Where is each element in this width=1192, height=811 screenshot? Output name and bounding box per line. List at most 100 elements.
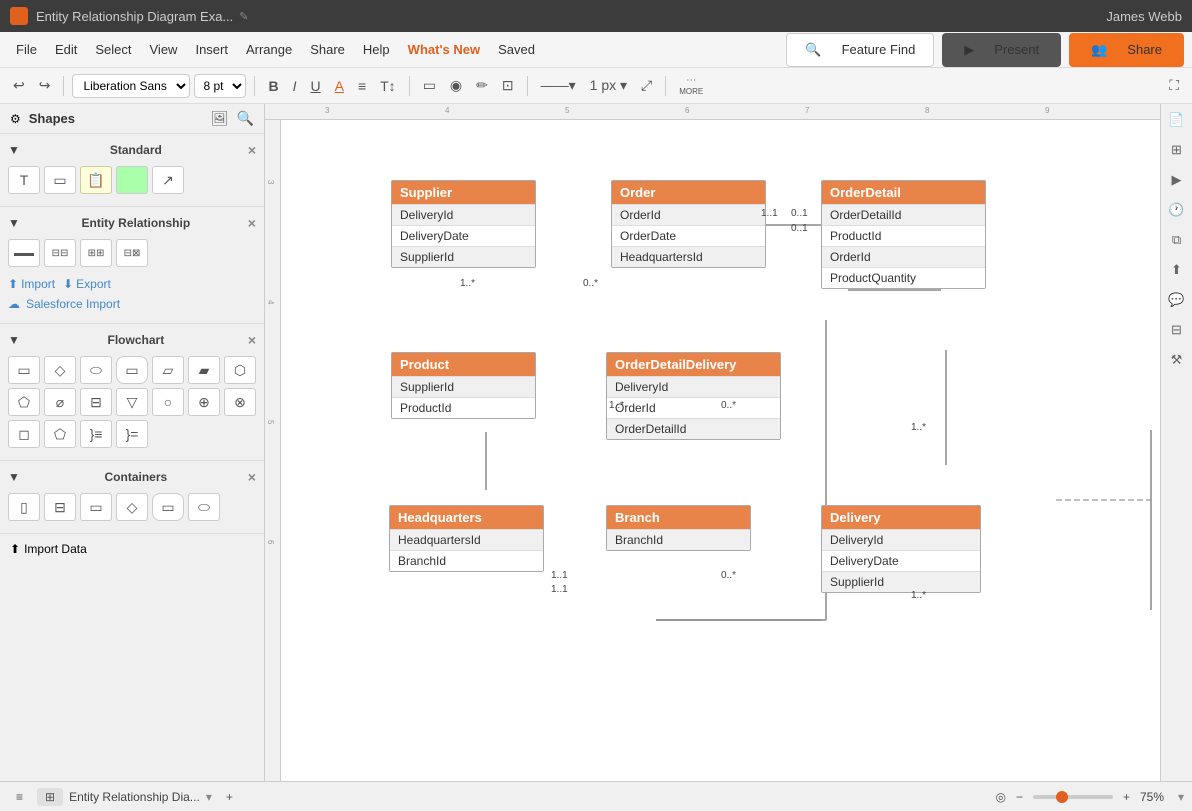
- salesforce-button[interactable]: ☁ Salesforce Import: [8, 295, 256, 317]
- line-color-button[interactable]: ✏: [471, 74, 493, 97]
- fullscreen-button[interactable]: ⛶: [1164, 74, 1184, 97]
- canvas-area[interactable]: 3 4 5 6 7 8 9 3 4 5 6: [265, 104, 1160, 781]
- rp-clock-icon[interactable]: 🕐: [1165, 198, 1189, 222]
- cont-diamond[interactable]: ◇: [116, 493, 148, 521]
- list-view-button[interactable]: ≡: [8, 788, 31, 806]
- rp-table-icon[interactable]: ⊞: [1165, 138, 1189, 162]
- containers-close[interactable]: ×: [248, 469, 256, 485]
- fc-hex[interactable]: ⬡: [224, 356, 256, 384]
- fc-rounded[interactable]: ▭: [116, 356, 148, 384]
- fc-pent[interactable]: ⬠: [44, 420, 76, 448]
- entity-product[interactable]: Product SupplierId ProductId: [391, 352, 536, 419]
- er-shape-3[interactable]: ⊞⊞: [80, 239, 112, 267]
- shadow-button[interactable]: ⊡: [497, 74, 519, 97]
- menu-edit[interactable]: Edit: [47, 38, 85, 61]
- zoom-slider[interactable]: [1033, 795, 1113, 799]
- rp-layers-icon[interactable]: ⧉: [1165, 228, 1189, 252]
- entity-order[interactable]: Order OrderId OrderDate HeadquartersId: [611, 180, 766, 268]
- zoom-in-button[interactable]: +: [1119, 788, 1134, 806]
- menu-help[interactable]: Help: [355, 38, 398, 61]
- fc-callout[interactable]: ▱: [152, 356, 184, 384]
- italic-button[interactable]: I: [288, 75, 302, 97]
- font-size-select[interactable]: 8 pt: [194, 74, 246, 98]
- fc-list2[interactable]: }=: [116, 420, 148, 448]
- er-shape-4[interactable]: ⊟⊠: [116, 239, 148, 267]
- arrow-shape[interactable]: ↗: [152, 166, 184, 194]
- shape-button[interactable]: ▭: [418, 74, 441, 97]
- menu-saved[interactable]: Saved: [490, 38, 543, 61]
- rp-page-icon[interactable]: 📄: [1165, 108, 1189, 132]
- undo-button[interactable]: ↩: [8, 74, 30, 97]
- fc-oval[interactable]: ⬭: [80, 356, 112, 384]
- entity-delivery[interactable]: Delivery DeliveryId DeliveryDate Supplie…: [821, 505, 981, 593]
- standard-close[interactable]: ×: [248, 142, 256, 158]
- shapes-image-icon[interactable]: 🖼: [211, 110, 229, 127]
- redo-button[interactable]: ↪: [34, 74, 56, 97]
- fc-prohib[interactable]: ⊗: [224, 388, 256, 416]
- menu-file[interactable]: File: [8, 38, 45, 61]
- flowchart-section-header[interactable]: ▼ Flowchart ×: [8, 330, 256, 350]
- fc-tri[interactable]: ▽: [116, 388, 148, 416]
- shapes-search-icon[interactable]: 🔍: [237, 110, 254, 127]
- entity-branch[interactable]: Branch BranchId: [606, 505, 751, 551]
- cont-swim[interactable]: ⊟: [44, 493, 76, 521]
- cont-box[interactable]: ▭: [80, 493, 112, 521]
- flowchart-close[interactable]: ×: [248, 332, 256, 348]
- fc-cyl[interactable]: ⌀: [44, 388, 76, 416]
- export-button[interactable]: ⬇ Export: [63, 277, 111, 291]
- import-data-button[interactable]: ⬆ Import Data: [0, 534, 264, 564]
- fill-button[interactable]: ◉: [445, 74, 467, 97]
- grid-view-button[interactable]: ⊞: [37, 788, 63, 806]
- present-button[interactable]: ▶ Present: [942, 33, 1061, 67]
- fc-rect[interactable]: ▭: [8, 356, 40, 384]
- canvas[interactable]: Supplier DeliveryId DeliveryDate Supplie…: [281, 120, 1160, 781]
- zoom-out-button[interactable]: −: [1012, 788, 1027, 806]
- text-dir-button[interactable]: T↕: [375, 75, 401, 97]
- menu-arrange[interactable]: Arrange: [238, 38, 300, 61]
- cont-rect[interactable]: ▯: [8, 493, 40, 521]
- text-shape[interactable]: T: [8, 166, 40, 194]
- zoom-dropdown-icon[interactable]: ▾: [1178, 790, 1184, 804]
- add-tab-button[interactable]: +: [218, 788, 241, 806]
- entity-orderdetail[interactable]: OrderDetail OrderDetailId ProductId Orde…: [821, 180, 986, 289]
- cont-ellipse[interactable]: ⬭: [188, 493, 220, 521]
- containers-section-header[interactable]: ▼ Containers ×: [8, 467, 256, 487]
- cont-rounded[interactable]: ▭: [152, 493, 184, 521]
- menu-insert[interactable]: Insert: [187, 38, 236, 61]
- fc-oct[interactable]: ⬠: [8, 388, 40, 416]
- er-shape-1[interactable]: ▬▬: [8, 239, 40, 267]
- er-section-header[interactable]: ▼ Entity Relationship ×: [8, 213, 256, 233]
- feature-find-button[interactable]: 🔍 Feature Find: [786, 33, 934, 67]
- bold-button[interactable]: B: [263, 75, 283, 97]
- fc-sub[interactable]: ⊟: [80, 388, 112, 416]
- font-select[interactable]: Liberation Sans: [72, 74, 190, 98]
- rp-tools-icon[interactable]: ⚒: [1165, 348, 1189, 372]
- fc-sm[interactable]: ◻: [8, 420, 40, 448]
- import-button[interactable]: ⬆ Import: [8, 277, 55, 291]
- sticky-shape[interactable]: 📋: [80, 166, 112, 194]
- font-color-button[interactable]: A: [330, 75, 349, 97]
- share-button[interactable]: 👥 Share: [1069, 33, 1184, 67]
- underline-button[interactable]: U: [305, 75, 325, 97]
- menu-select[interactable]: Select: [87, 38, 139, 61]
- entity-orderdetaildelivery[interactable]: OrderDetailDelivery DeliveryId OrderId O…: [606, 352, 781, 440]
- rp-comment-icon[interactable]: 💬: [1165, 288, 1189, 312]
- rp-shapes-icon[interactable]: ⊟: [1165, 318, 1189, 342]
- fc-diamond[interactable]: ◇: [44, 356, 76, 384]
- fc-list1[interactable]: }≡: [80, 420, 112, 448]
- fc-circ[interactable]: ○: [152, 388, 184, 416]
- menu-whats-new[interactable]: What's New: [400, 38, 488, 61]
- colored-rect-shape[interactable]: [116, 166, 148, 194]
- er-close[interactable]: ×: [248, 215, 256, 231]
- rp-presentation-icon[interactable]: ▶: [1165, 168, 1189, 192]
- fc-cross[interactable]: ⊕: [188, 388, 220, 416]
- entity-supplier[interactable]: Supplier DeliveryId DeliveryDate Supplie…: [391, 180, 536, 268]
- rp-upload-icon[interactable]: ⬆: [1165, 258, 1189, 282]
- menu-share[interactable]: Share: [302, 38, 353, 61]
- connector-button[interactable]: ⤢: [636, 74, 657, 97]
- fc-para[interactable]: ▰: [188, 356, 220, 384]
- align-left-button[interactable]: ≡: [353, 75, 371, 97]
- more-button[interactable]: ⋯ MORE: [674, 72, 708, 100]
- edit-title-icon[interactable]: ✎: [239, 10, 248, 23]
- standard-section-header[interactable]: ▼ Standard ×: [8, 140, 256, 160]
